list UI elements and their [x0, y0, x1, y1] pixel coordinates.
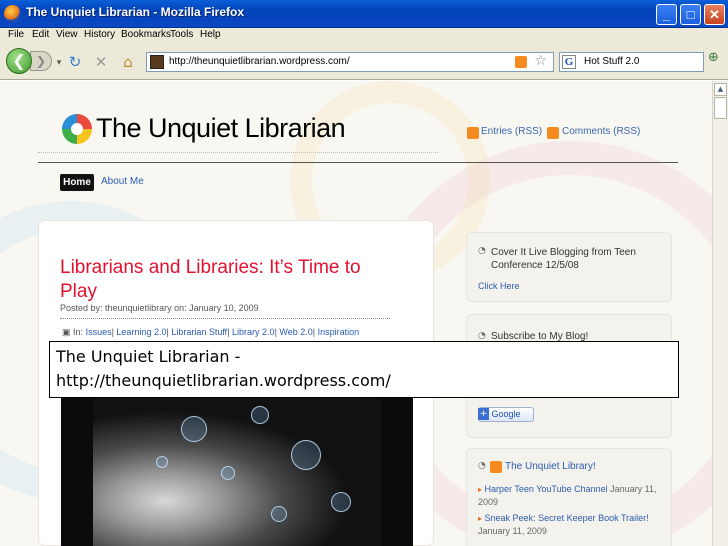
caption-line-2: http://theunquietlibrarian.wordpress.com…: [56, 371, 391, 390]
window-title-bar: The Unquiet Librarian - Mozilla Firefox …: [0, 0, 728, 28]
caption-line-1: The Unquiet Librarian -: [56, 347, 241, 366]
entries-rss-link[interactable]: Entries (RSS): [481, 126, 542, 137]
rss-feed-icon[interactable]: [515, 56, 527, 68]
widget-icon: ◔: [478, 331, 486, 341]
list-item: ▸ Sneak Peek: Secret Keeper Book Trailer…: [478, 512, 668, 537]
address-input[interactable]: http://theunquietlibrarian.wordpress.com…: [169, 56, 350, 67]
post-divider: [60, 318, 390, 319]
nav-about-me-tab[interactable]: About Me: [101, 176, 144, 187]
list-item: ▸ Harper Teen YouTube Channel January 11…: [478, 483, 668, 508]
rss-feed-icon: [490, 461, 502, 473]
close-button[interactable]: ✕: [704, 4, 725, 25]
category-link[interactable]: Issues: [86, 327, 112, 337]
plus-icon: +: [478, 408, 489, 420]
bubble-shape: [156, 456, 168, 468]
category-link[interactable]: Inspiration: [318, 327, 360, 337]
site-title[interactable]: The Unquiet Librarian: [96, 113, 346, 144]
menu-view[interactable]: View: [56, 29, 78, 40]
categories-label: In:: [73, 327, 84, 337]
vertical-scrollbar[interactable]: ▲: [712, 81, 728, 546]
child-blowing-bubbles-image: [93, 396, 381, 546]
feed-item-date: January 11, 2009: [478, 526, 547, 536]
bullet-icon: ▸: [478, 514, 483, 523]
menu-history[interactable]: History: [84, 29, 115, 40]
bubble-shape: [331, 492, 351, 512]
category-link[interactable]: Learning 2.0: [116, 327, 166, 337]
nav-home-tab[interactable]: Home: [60, 174, 94, 191]
window-title: The Unquiet Librarian - Mozilla Firefox: [26, 5, 245, 19]
maximize-button[interactable]: □: [680, 4, 701, 25]
slide-caption: The Unquiet Librarian - http://theunquie…: [49, 341, 679, 398]
feed-item-link[interactable]: Sneak Peek: Secret Keeper Book Trailer!: [485, 513, 649, 523]
site-favicon-icon: [150, 55, 164, 69]
bubble-shape: [251, 406, 269, 424]
search-input[interactable]: Hot Stuff 2.0: [584, 56, 639, 67]
post-categories: ▣ In: Issues| Learning 2.0| Librarian St…: [62, 327, 360, 337]
bullet-icon: ▸: [478, 485, 483, 494]
category-link[interactable]: Library 2.0: [232, 327, 275, 337]
comments-rss-link[interactable]: Comments (RSS): [562, 126, 640, 137]
feed-item-link[interactable]: Harper Teen YouTube Channel: [485, 484, 608, 494]
rss-comments-icon: [547, 127, 559, 139]
widget-icon: ◔: [478, 246, 486, 256]
navigation-toolbar: ❯ ❮ ▾ ↻ ✕ ⌂ http://theunquietlibrarian.w…: [0, 44, 728, 80]
click-here-link[interactable]: Click Here: [478, 281, 520, 291]
firefox-icon: [4, 5, 21, 22]
bubble-shape: [181, 416, 207, 442]
search-go-icon[interactable]: ⊕: [708, 50, 726, 70]
reload-icon[interactable]: ↻: [66, 53, 84, 71]
site-logo-center: [71, 123, 83, 135]
address-bar[interactable]: http://theunquietlibrarian.wordpress.com…: [146, 52, 554, 72]
menu-bookmarks[interactable]: Bookmarks: [121, 29, 171, 40]
bubble-shape: [221, 466, 235, 480]
menu-help[interactable]: Help: [200, 29, 221, 40]
minimize-button[interactable]: _: [656, 4, 677, 25]
header-divider: [38, 162, 678, 163]
search-bar[interactable]: G Hot Stuff 2.0: [559, 52, 704, 72]
google-search-engine-icon[interactable]: G: [562, 55, 576, 69]
coveritlive-title: Cover It Live Blogging from Teen Confere…: [491, 247, 636, 271]
menu-bar: File Edit View History Bookmarks Tools H…: [0, 28, 728, 44]
bubble-shape: [271, 506, 287, 522]
header-divider-dotted: [38, 152, 438, 153]
stop-icon[interactable]: ✕: [92, 53, 110, 71]
forward-button[interactable]: ❯: [30, 51, 52, 71]
post-photo: [61, 396, 413, 546]
bubble-shape: [291, 440, 321, 470]
bookmark-star-icon[interactable]: ☆: [534, 53, 547, 69]
folder-icon: ▣: [62, 327, 71, 337]
category-link[interactable]: Web 2.0: [279, 327, 312, 337]
back-button[interactable]: ❮: [6, 48, 32, 74]
rss-entries-icon: [467, 127, 479, 139]
unquiet-library-title[interactable]: The Unquiet Library!: [505, 460, 596, 473]
category-link[interactable]: Librarian Stuff: [171, 327, 227, 337]
menu-edit[interactable]: Edit: [32, 29, 49, 40]
post-title[interactable]: Librarians and Libraries: It’s Time to P…: [60, 256, 380, 304]
scroll-thumb[interactable]: [714, 97, 727, 119]
scroll-up-button[interactable]: ▲: [714, 83, 727, 96]
post-meta: Posted by: theunquietlibrary on: January…: [60, 303, 259, 313]
menu-tools[interactable]: Tools: [170, 29, 193, 40]
home-icon[interactable]: ⌂: [119, 53, 137, 71]
menu-file[interactable]: File: [8, 29, 24, 40]
widget-icon: ◔: [478, 461, 486, 471]
